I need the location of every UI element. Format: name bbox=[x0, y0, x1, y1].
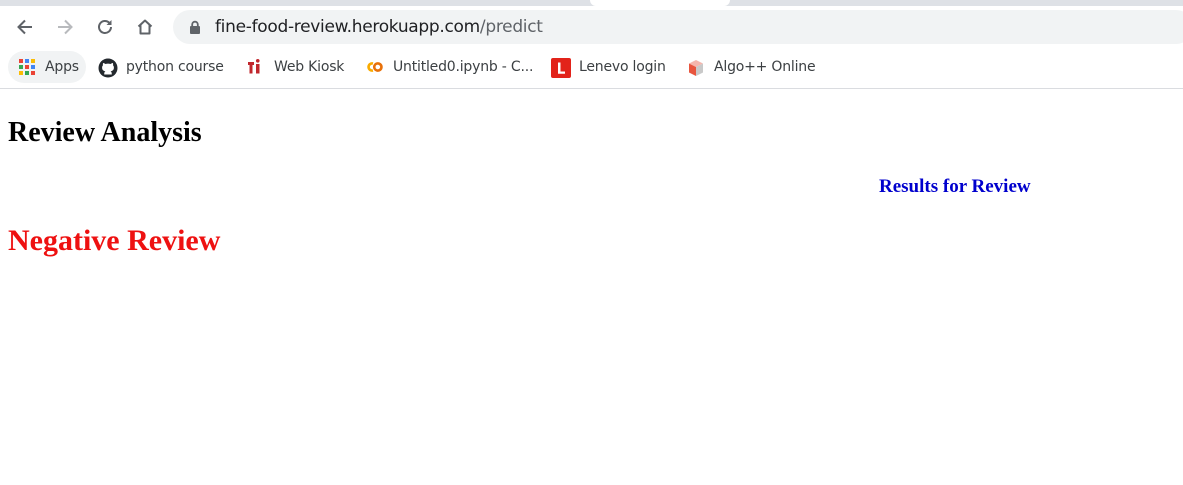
github-icon bbox=[98, 58, 118, 78]
page-title: Review Analysis bbox=[8, 117, 202, 148]
bookmark-web-kiosk[interactable]: Web Kiosk bbox=[246, 51, 344, 83]
home-icon bbox=[137, 19, 153, 35]
browser-toolbar: fine-food-review.herokuapp.com/predict bbox=[0, 6, 1183, 48]
bookmark-label: python course bbox=[126, 59, 224, 75]
bookmark-untitled-notebook[interactable]: Untitled0.ipynb - C... bbox=[365, 51, 533, 83]
bookmark-label: Apps bbox=[45, 59, 79, 75]
url-host: fine-food-review.herokuapp.com bbox=[215, 17, 480, 37]
url-path: /predict bbox=[479, 17, 543, 37]
bookmark-lenevo-login[interactable]: Lenevo login bbox=[551, 51, 666, 83]
bookmark-label: Lenevo login bbox=[579, 59, 666, 75]
apps-grid-icon bbox=[18, 58, 36, 76]
url-text[interactable]: fine-food-review.herokuapp.com/predict bbox=[215, 18, 543, 36]
bookmark-label: Untitled0.ipynb - C... bbox=[393, 59, 534, 75]
colab-icon bbox=[365, 58, 383, 76]
arrow-right-icon bbox=[58, 19, 73, 35]
bookmark-apps[interactable]: Apps bbox=[8, 51, 86, 83]
l-logo-icon bbox=[551, 58, 571, 78]
reload-icon bbox=[98, 20, 112, 34]
lock-icon bbox=[190, 20, 200, 34]
forward-button[interactable] bbox=[50, 12, 80, 42]
results-heading: Results for Review bbox=[879, 176, 1031, 197]
bookmark-python-course[interactable]: python course bbox=[98, 51, 224, 83]
bookmark-label: Web Kiosk bbox=[274, 59, 345, 75]
arrow-left-icon bbox=[17, 19, 32, 35]
prediction-result: Negative Review bbox=[8, 224, 221, 257]
page-content: Review Analysis Results for Review Negat… bbox=[0, 90, 1183, 485]
bookmark-algo-online[interactable]: Algo++ Online bbox=[686, 51, 816, 83]
bookmark-label: Algo++ Online bbox=[714, 59, 816, 75]
address-bar[interactable]: fine-food-review.herokuapp.com/predict bbox=[173, 10, 1183, 44]
reload-button[interactable] bbox=[90, 12, 120, 42]
home-button[interactable] bbox=[130, 12, 160, 42]
ti-logo-icon bbox=[246, 58, 264, 76]
cube-icon bbox=[686, 58, 704, 76]
bookmarks-bar: Apps python course Web Kiosk Untitled0.i… bbox=[0, 48, 1183, 89]
back-button[interactable] bbox=[10, 12, 40, 42]
